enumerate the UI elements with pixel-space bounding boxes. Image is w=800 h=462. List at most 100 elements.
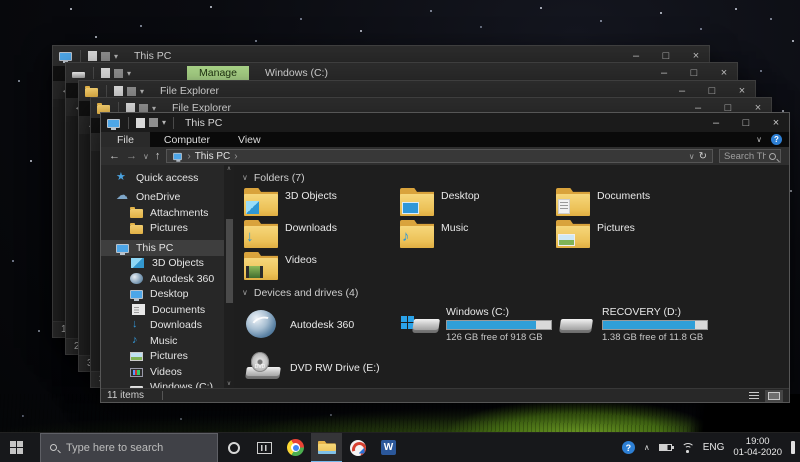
wifi-icon[interactable]: [681, 443, 694, 453]
toolbar-icon[interactable]: [101, 52, 110, 61]
tab-computer[interactable]: Computer: [150, 132, 224, 147]
sidebar-item[interactable]: 3D Objects: [101, 256, 234, 272]
chevron-down-icon[interactable]: ▾: [127, 69, 131, 78]
start-button[interactable]: [0, 433, 40, 462]
sidebar-item[interactable]: Autodesk 360: [101, 271, 234, 287]
drive-usage-fill: [447, 321, 536, 329]
folder-tile[interactable]: Videos: [244, 251, 400, 283]
file-explorer-window[interactable]: ▾ This PC – □ × File Computer View ∨ ? ←…: [100, 112, 790, 403]
scroll-up-icon[interactable]: ∧: [227, 166, 231, 172]
sidebar-item[interactable]: OneDrive: [101, 190, 234, 206]
sidebar-item[interactable]: Videos: [101, 364, 234, 380]
up-icon[interactable]: ↑: [155, 150, 161, 162]
drive-tile[interactable]: Windows (C:) 126 GB free of 918 GB: [400, 302, 556, 345]
title-bar[interactable]: ▾ This PC – □ ×: [101, 113, 789, 132]
window-title: Windows (C:): [265, 67, 328, 79]
new-folder-icon[interactable]: [149, 118, 158, 127]
sidebar-item[interactable]: This PC: [101, 240, 234, 256]
refresh-icon[interactable]: ↻: [699, 151, 707, 162]
help-icon[interactable]: ?: [771, 134, 782, 145]
divider: [106, 85, 107, 97]
task-view-button[interactable]: [249, 433, 280, 462]
drive-tile[interactable]: DVD RW Drive (E:): [244, 345, 400, 388]
drive-icon: [556, 308, 596, 342]
folder-overlay-icon: [246, 228, 254, 246]
search-input[interactable]: [724, 151, 766, 162]
sidebar-item[interactable]: Pictures: [101, 221, 234, 237]
close-button[interactable]: ×: [763, 113, 789, 133]
sidebar-item[interactable]: Attachments: [101, 205, 234, 221]
crumb-separator-icon[interactable]: ›: [234, 151, 237, 162]
folders-group-header[interactable]: ∨ Folders (7): [242, 170, 789, 185]
folder-label: Music: [441, 222, 468, 234]
file-explorer-button[interactable]: [311, 433, 342, 462]
folder-tile[interactable]: Music: [400, 219, 556, 251]
sidebar-item[interactable]: Windows (C:): [101, 380, 234, 389]
address-dropdown-icon[interactable]: ∨: [689, 152, 695, 161]
folder-tile[interactable]: 3D Objects: [244, 187, 400, 219]
scroll-down-icon[interactable]: ∨: [227, 381, 231, 387]
app-icon: [59, 52, 72, 61]
sidebar-item[interactable]: Quick access: [101, 170, 234, 186]
taskbar-search-input[interactable]: [64, 441, 208, 455]
language-indicator[interactable]: ENG: [703, 442, 725, 453]
properties-icon[interactable]: [136, 118, 145, 128]
clock-date: 01-04-2020: [733, 448, 782, 459]
notification-icon[interactable]: [791, 441, 795, 454]
tab-file[interactable]: File: [101, 132, 150, 147]
collapse-group-icon[interactable]: ∨: [242, 173, 248, 182]
expand-ribbon-icon[interactable]: ∨: [756, 135, 762, 144]
toolbar-icon[interactable]: [88, 51, 97, 61]
back-icon[interactable]: ←: [109, 150, 120, 162]
folder-tile[interactable]: Desktop: [400, 187, 556, 219]
drive-info: DVD RW Drive (E:): [290, 362, 400, 374]
drive-capacity-text: 1.38 GB free of 11.8 GB: [602, 332, 712, 343]
drive-info: RECOVERY (D:) 1.38 GB free of 11.8 GB: [602, 306, 712, 343]
drive-label: RECOVERY (D:): [602, 306, 712, 318]
recent-locations-icon[interactable]: ∨: [143, 152, 149, 161]
sidebar-scrollbar[interactable]: ∧ ∨: [224, 165, 234, 388]
drive-tile[interactable]: RECOVERY (D:) 1.38 GB free of 11.8 GB: [556, 302, 712, 345]
chrome-button[interactable]: [280, 433, 311, 462]
drive-icon: [244, 308, 284, 342]
address-input[interactable]: › This PC › ∨ ↻: [166, 149, 713, 163]
breadcrumb[interactable]: This PC: [195, 151, 231, 162]
scrollbar-thumb[interactable]: [226, 219, 233, 304]
chevron-down-icon[interactable]: ▾: [114, 52, 118, 61]
collapse-group-icon[interactable]: ∨: [242, 288, 248, 297]
clock[interactable]: 19:00 01-04-2020: [733, 437, 782, 458]
sidebar-item[interactable]: Pictures: [101, 349, 234, 365]
folder-tile[interactable]: Documents: [556, 187, 712, 219]
maximize-button[interactable]: □: [733, 113, 759, 133]
taskbar-search[interactable]: [40, 433, 218, 462]
manage-ribbon-tab[interactable]: Manage: [187, 66, 249, 80]
cortana-button[interactable]: [218, 433, 249, 462]
customize-quick-access-icon[interactable]: ▾: [162, 118, 166, 127]
autodesk-button[interactable]: [342, 433, 373, 462]
thumbnail-view-toggle[interactable]: [765, 390, 783, 402]
tab-view[interactable]: View: [224, 132, 275, 147]
chevron-down-icon[interactable]: ▾: [140, 87, 144, 96]
drive-tile[interactable]: Autodesk 360: [244, 302, 400, 345]
sidebar-item[interactable]: Downloads: [101, 318, 234, 334]
sidebar-item[interactable]: Desktop: [101, 287, 234, 303]
toolbar-icon[interactable]: [114, 86, 123, 96]
folder-tile[interactable]: Pictures: [556, 219, 712, 251]
help-tray-icon[interactable]: ?: [622, 441, 635, 454]
sidebar-item[interactable]: Music: [101, 333, 234, 349]
forward-icon[interactable]: →: [126, 150, 137, 162]
toolbar-icon[interactable]: [101, 68, 110, 78]
search-box[interactable]: [719, 149, 781, 163]
minimize-button[interactable]: –: [703, 113, 729, 133]
folder-tile[interactable]: Downloads: [244, 219, 400, 251]
sidebar-item-label: Quick access: [136, 172, 198, 184]
items-count: 11 items: [107, 390, 144, 401]
sidebar-item[interactable]: Documents: [101, 302, 234, 318]
drives-group-header[interactable]: ∨ Devices and drives (4): [242, 285, 789, 300]
toolbar-icon[interactable]: [114, 69, 123, 78]
show-hidden-icons-chevron[interactable]: ∧: [644, 443, 650, 452]
battery-icon[interactable]: [659, 444, 672, 451]
toolbar-icon[interactable]: [127, 87, 136, 96]
word-button[interactable]: W: [373, 433, 404, 462]
details-view-icon[interactable]: [749, 392, 759, 400]
